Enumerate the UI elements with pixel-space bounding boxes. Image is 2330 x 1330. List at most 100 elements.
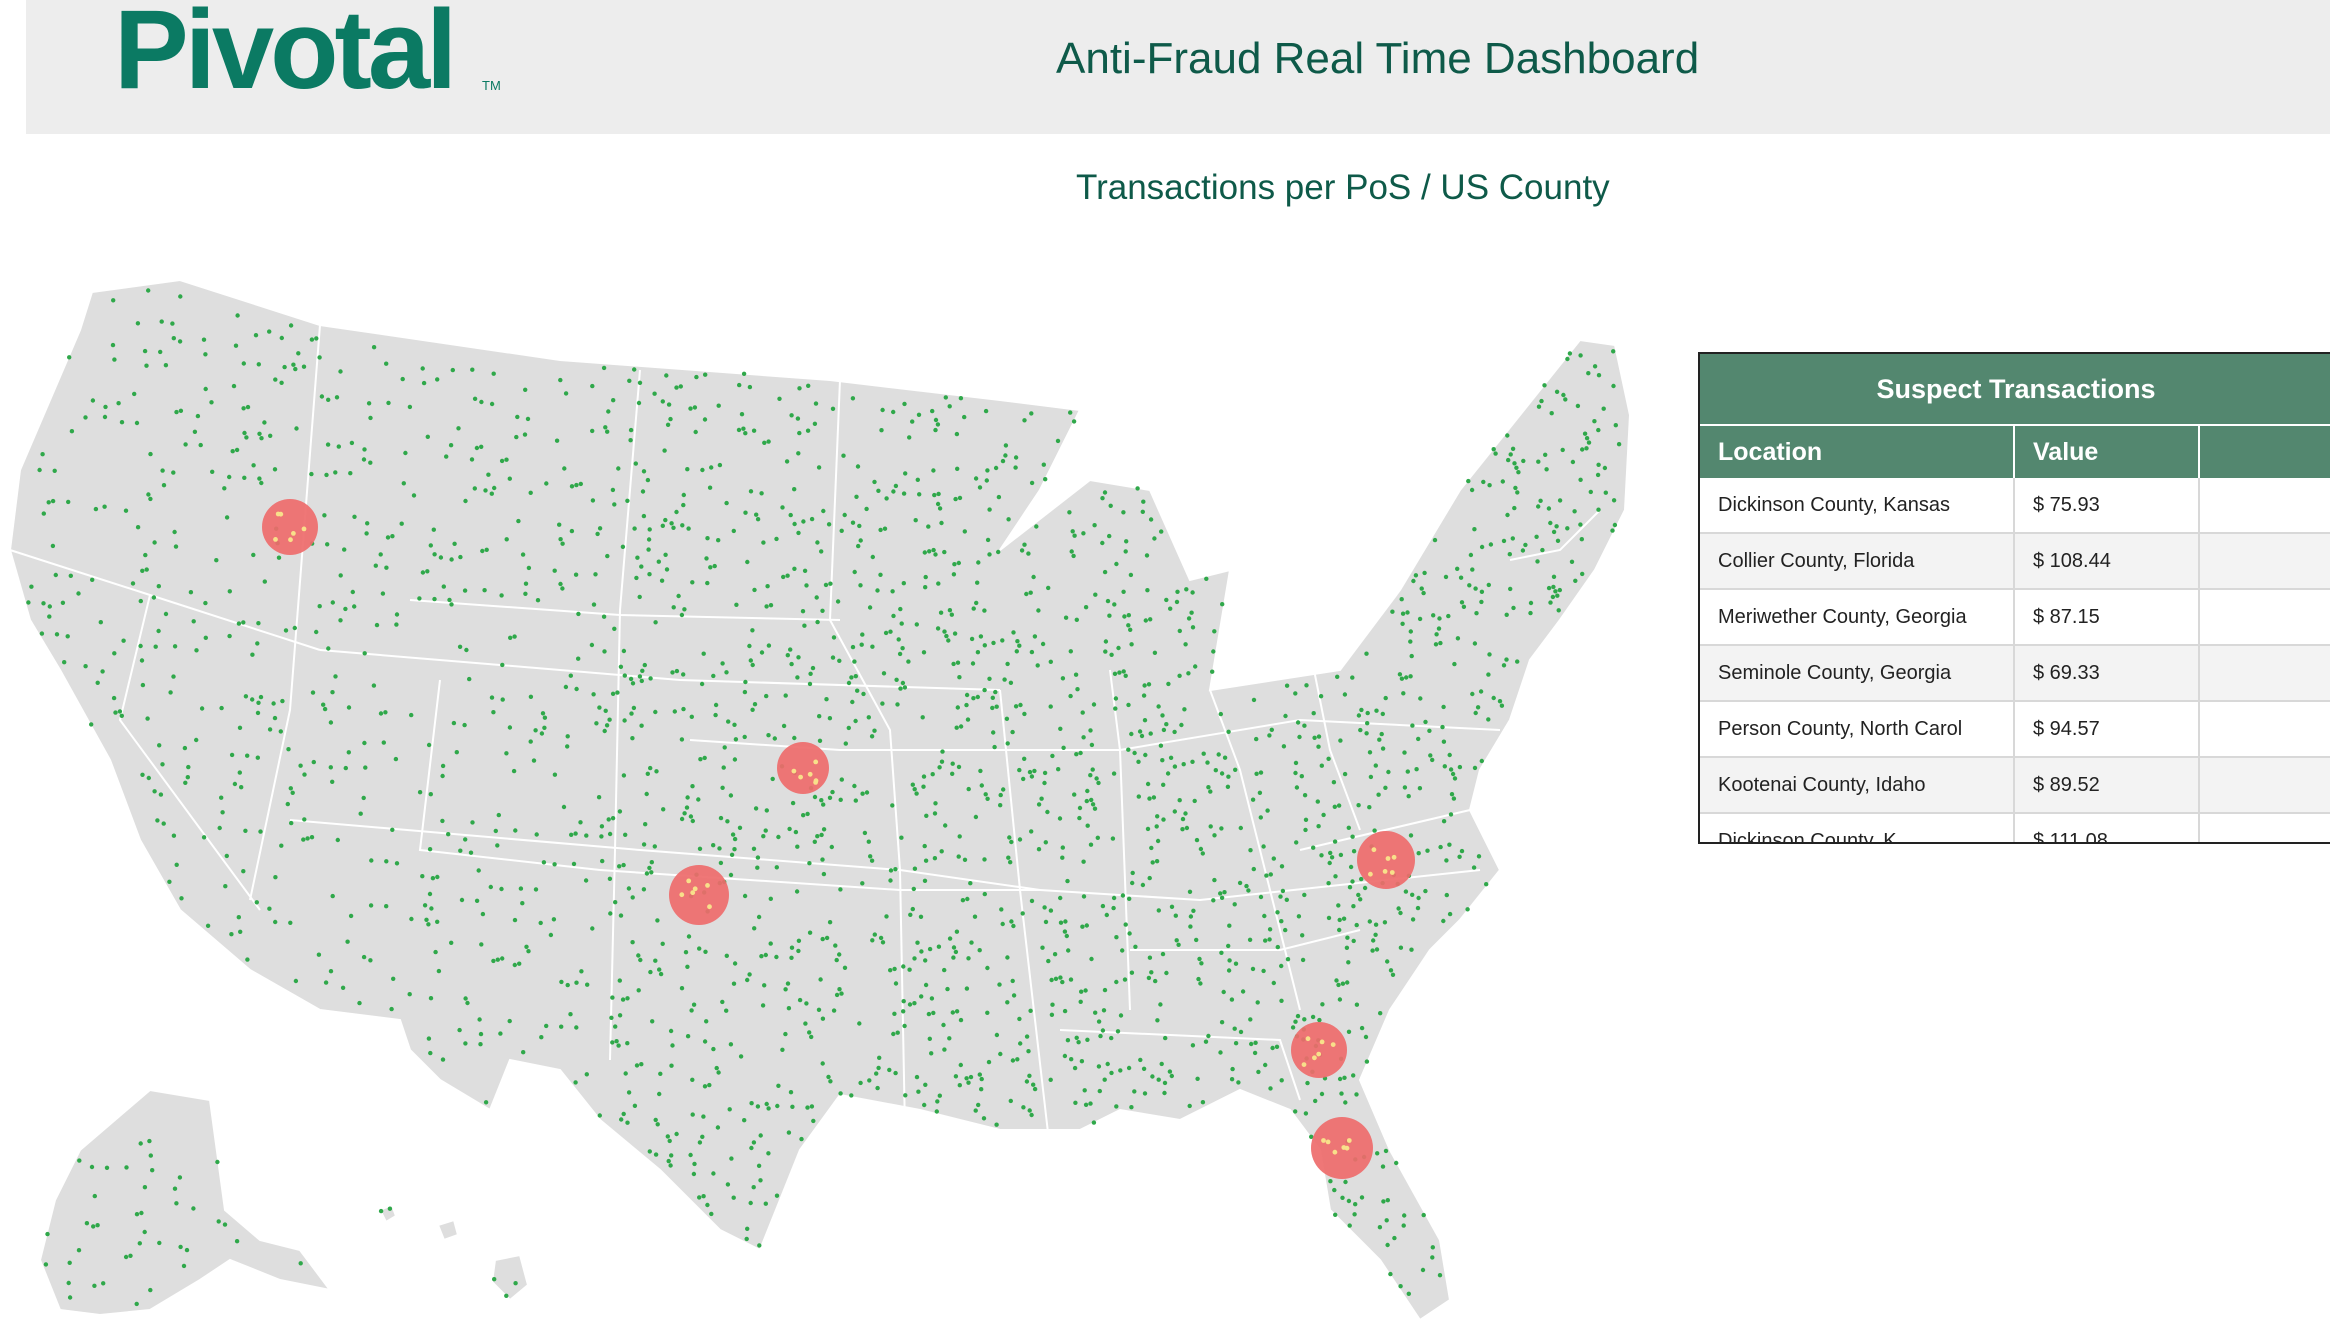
county-dot <box>901 1009 906 1014</box>
county-dot <box>1084 798 1090 804</box>
county-dot <box>1071 553 1076 559</box>
county-dot <box>426 742 432 748</box>
county-dot <box>1036 847 1042 852</box>
table-row[interactable]: Seminole County, Georgia $ 69.33 <box>1700 645 2330 702</box>
county-dot <box>286 747 291 752</box>
county-dot <box>1083 988 1088 993</box>
hotspot-transaction-dot <box>275 511 281 517</box>
us-county-map[interactable] <box>0 250 1660 1330</box>
county-dot <box>956 854 961 859</box>
county-dot <box>1380 1164 1386 1169</box>
county-dot <box>1128 627 1133 632</box>
table-row[interactable]: Dickinson County, K $ 111.08 <box>1700 813 2330 842</box>
county-dot <box>1303 827 1308 833</box>
county-dot <box>121 638 126 643</box>
column-header-location[interactable]: Location <box>1700 424 2015 478</box>
county-dot <box>1399 597 1404 602</box>
county-dot <box>1544 467 1549 472</box>
county-dot <box>495 957 500 962</box>
table-row[interactable]: Meriwether County, Georgia $ 87.15 <box>1700 589 2330 646</box>
fraud-hotspot[interactable] <box>1291 1022 1347 1078</box>
county-dot <box>1283 927 1288 933</box>
county-dot <box>850 644 856 650</box>
county-dot <box>819 549 824 554</box>
dashboard-title: Anti-Fraud Real Time Dashboard <box>1056 34 1700 83</box>
county-dot <box>478 1042 483 1047</box>
fraud-hotspot[interactable] <box>777 742 829 794</box>
county-dot <box>272 715 278 721</box>
county-dot <box>812 839 817 844</box>
table-row[interactable]: Collier County, Florida $ 108.44 <box>1700 533 2330 590</box>
county-dot <box>724 953 729 958</box>
county-dot <box>1479 544 1485 550</box>
county-dot <box>1341 916 1347 921</box>
suspect-transactions-panel[interactable]: Suspect Transactions Location Value Dick… <box>1698 352 2330 844</box>
county-dot <box>514 434 519 440</box>
county-dot <box>288 786 293 791</box>
county-dot <box>812 794 818 800</box>
county-dot <box>565 982 570 988</box>
fraud-hotspot[interactable] <box>262 499 318 555</box>
county-dot <box>298 1261 303 1266</box>
table-row[interactable]: Dickinson County, Kansas $ 75.93 <box>1700 478 2330 534</box>
table-row[interactable]: Kootenai County, Idaho $ 89.52 <box>1700 757 2330 814</box>
county-dot <box>644 871 650 876</box>
county-dot <box>1212 833 1217 838</box>
county-dot <box>1504 612 1509 617</box>
county-dot <box>910 906 915 912</box>
column-header-value[interactable]: Value <box>2014 424 2200 478</box>
county-dot <box>617 978 622 983</box>
county-dot <box>990 705 995 711</box>
county-dot <box>1039 796 1044 801</box>
county-dot <box>966 786 971 792</box>
county-dot <box>962 857 968 862</box>
county-dot <box>1238 825 1244 831</box>
county-dot <box>1470 691 1475 697</box>
county-dot <box>805 428 811 433</box>
county-dot <box>947 936 953 941</box>
county-dot <box>504 537 509 542</box>
county-dot <box>1159 529 1164 534</box>
county-dot <box>1161 727 1167 733</box>
county-dot <box>328 765 333 770</box>
county-dot <box>912 956 917 961</box>
county-dot <box>1450 771 1456 777</box>
county-dot <box>1035 663 1040 668</box>
county-dot <box>1444 892 1450 898</box>
county-dot <box>628 438 633 443</box>
county-dot <box>1430 757 1435 763</box>
county-dot <box>1455 566 1460 571</box>
county-dot <box>1050 753 1055 759</box>
table-row[interactable]: Person County, North Carol $ 94.57 <box>1700 701 2330 758</box>
fraud-hotspot[interactable] <box>1357 831 1415 889</box>
county-dot <box>634 575 639 581</box>
county-dot <box>542 715 548 720</box>
county-dot <box>724 500 729 506</box>
county-dot <box>563 391 569 396</box>
county-dot <box>691 1002 697 1007</box>
county-dot <box>1465 907 1470 912</box>
county-dot <box>849 675 854 680</box>
county-dot <box>982 608 987 613</box>
county-dot <box>617 809 623 814</box>
county-dot <box>1367 919 1373 924</box>
county-dot <box>647 865 652 871</box>
county-dot <box>647 1149 652 1154</box>
fraud-hotspot[interactable] <box>669 865 729 925</box>
county-dot <box>384 361 389 366</box>
county-dot <box>268 433 273 438</box>
county-dot <box>763 1201 768 1206</box>
county-dot <box>1154 824 1159 829</box>
county-dot <box>472 486 477 491</box>
county-dot <box>1079 1059 1085 1064</box>
county-dot <box>923 574 928 580</box>
county-dot <box>843 741 848 746</box>
county-dot <box>179 896 184 901</box>
hotspot-transaction-dot <box>692 886 698 892</box>
county-dot <box>1184 825 1190 831</box>
county-dot <box>1388 1271 1393 1277</box>
county-dot <box>552 568 557 573</box>
county-dot <box>996 549 1001 555</box>
county-dot <box>875 588 880 593</box>
county-dot <box>1004 716 1010 721</box>
